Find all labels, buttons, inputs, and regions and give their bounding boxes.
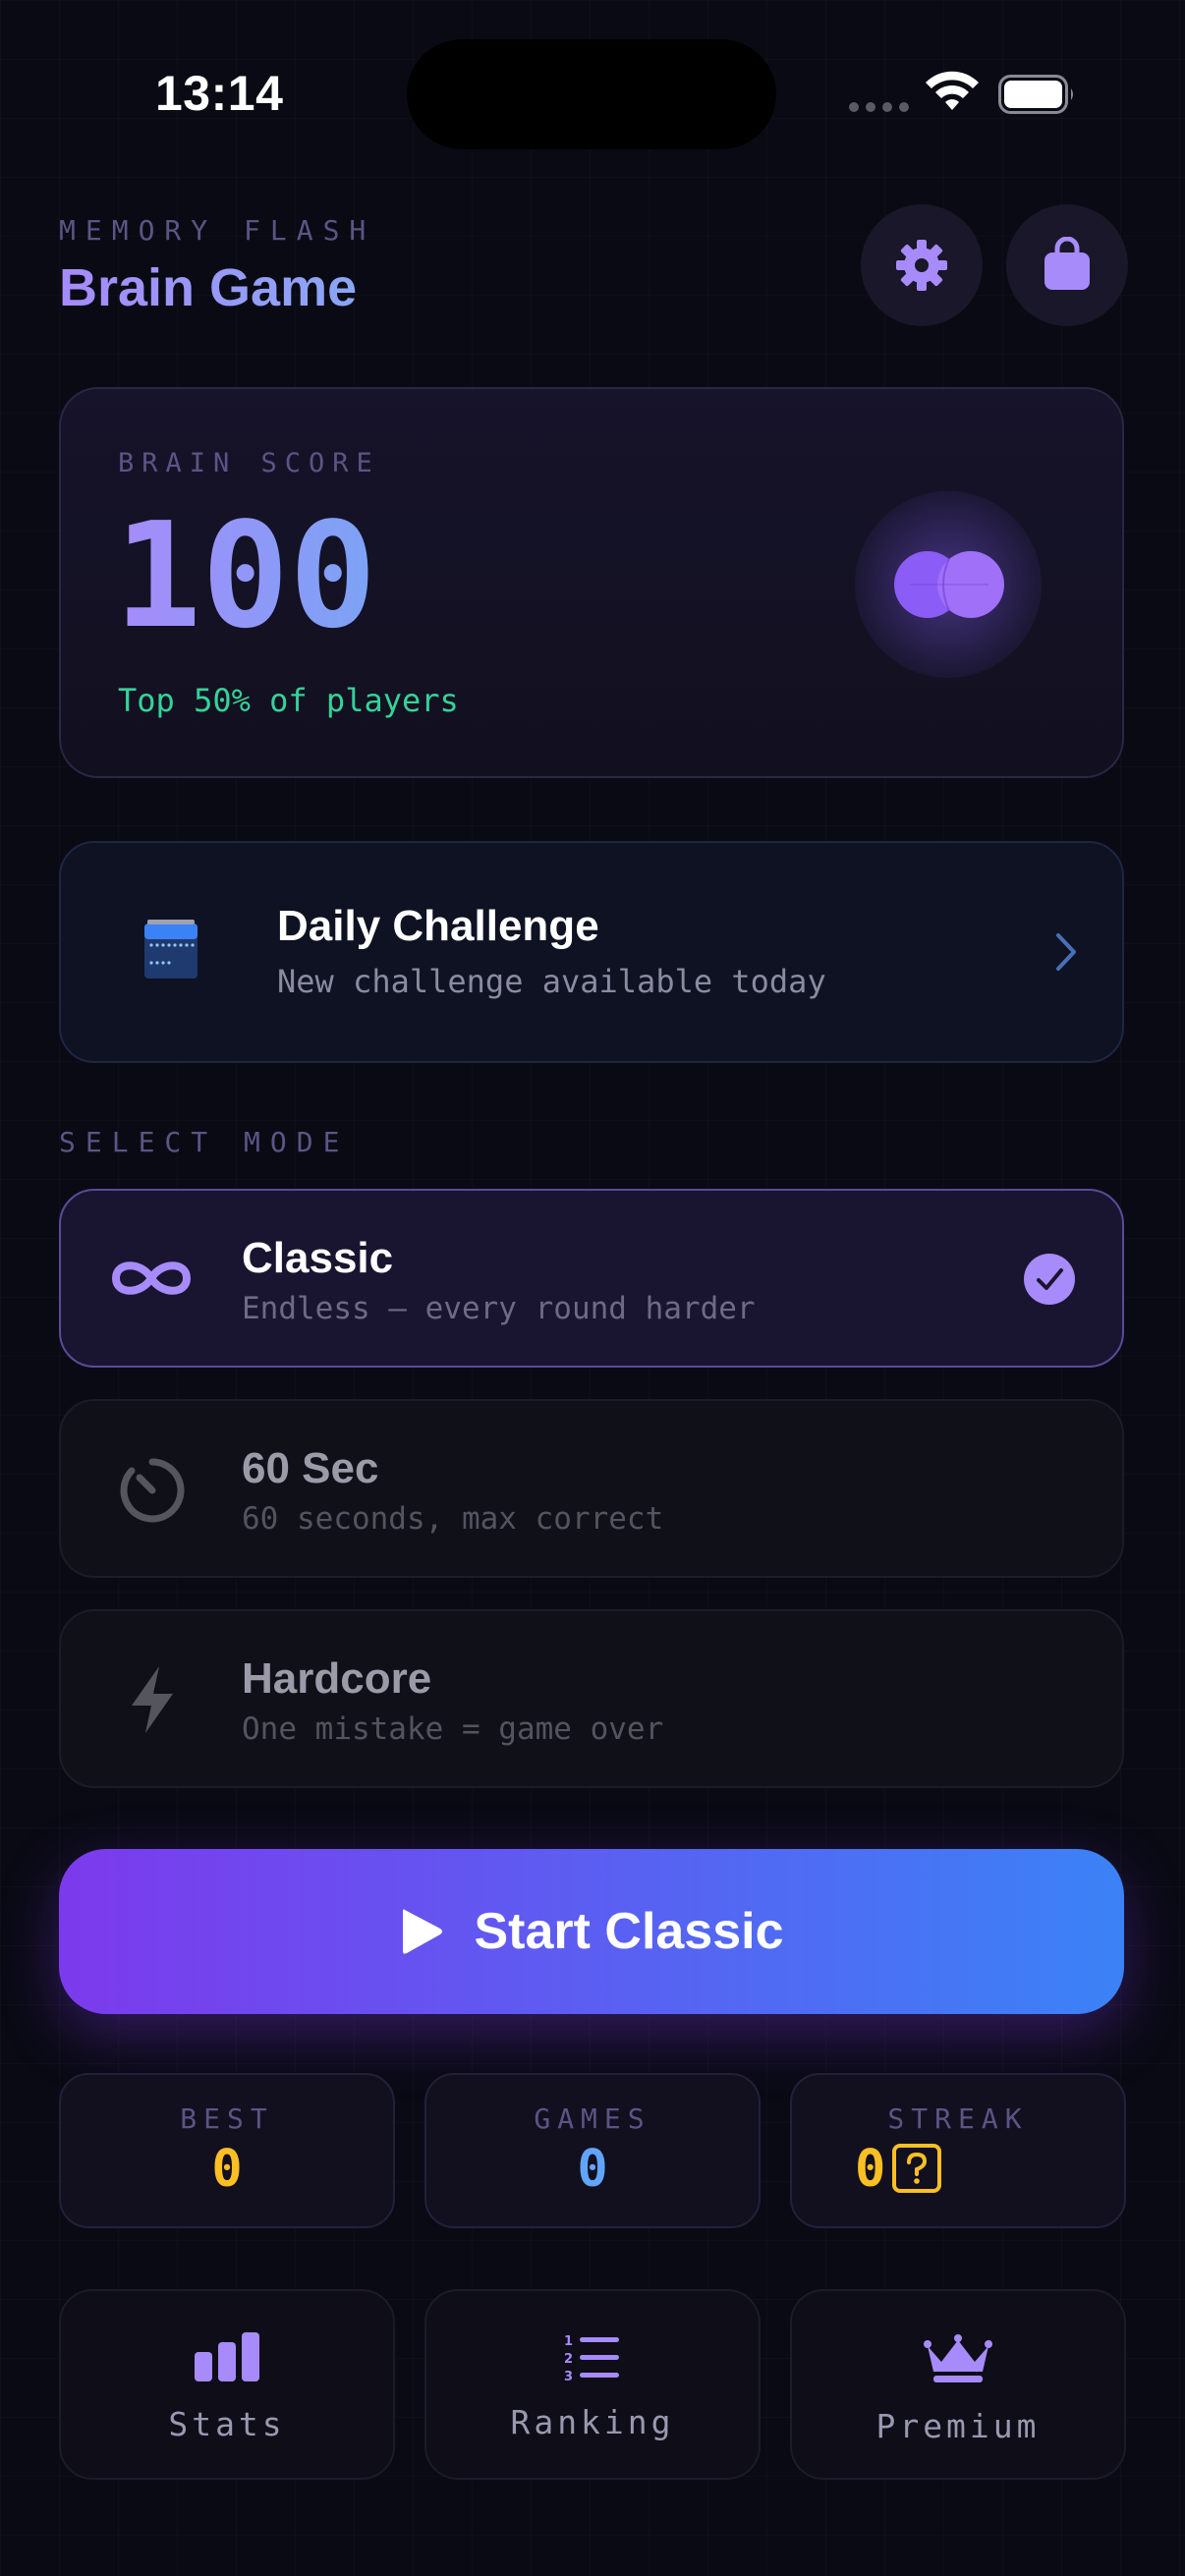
stat-streak-card xyxy=(790,2073,1126,2228)
numbered-list-icon: 1 2 3 xyxy=(564,2334,619,2381)
lightning-icon xyxy=(132,1666,173,1733)
shopping-bag-icon xyxy=(1044,237,1090,290)
nav-premium-button[interactable] xyxy=(790,2289,1126,2480)
gear-icon xyxy=(896,240,947,291)
wifi-icon xyxy=(926,71,979,110)
daily-challenge-title: Daily Challenge xyxy=(277,902,599,950)
nav-stats-button[interactable] xyxy=(59,2289,395,2480)
mode-classic-card[interactable] xyxy=(59,1189,1124,1368)
checkmark-icon xyxy=(1024,1254,1075,1305)
nav-ranking-button[interactable] xyxy=(424,2289,761,2480)
brain-score-percentile: Top 50% of players xyxy=(118,682,459,719)
stat-value: 0 xyxy=(855,2140,886,2199)
timer-icon xyxy=(120,1458,185,1523)
mode-subtitle: 60 seconds, max correct xyxy=(242,1501,664,1537)
page-title: Brain Game xyxy=(59,258,358,317)
nav-label: Ranking xyxy=(510,2403,675,2441)
crown-icon xyxy=(924,2334,992,2382)
svg-text:1: 1 xyxy=(564,2334,573,2349)
svg-text:3: 3 xyxy=(564,2370,573,2381)
mode-hardcore-card[interactable] xyxy=(59,1609,1124,1788)
cellular-signal-icon xyxy=(849,102,909,112)
stat-value: 0 xyxy=(211,2140,243,2199)
start-button-label: Start Classic xyxy=(474,1903,784,1960)
mode-subtitle: One mistake = game over xyxy=(242,1711,664,1747)
svg-text:2: 2 xyxy=(564,2352,573,2367)
brain-score-value: 100 xyxy=(114,491,377,660)
mode-60sec-card[interactable] xyxy=(59,1399,1124,1578)
play-icon xyxy=(403,1909,443,1954)
brain-icon xyxy=(894,551,1004,618)
settings-button[interactable] xyxy=(861,204,983,326)
select-mode-label: SELECT MODE xyxy=(59,1126,350,1158)
brain-score-label: BRAIN SCORE xyxy=(118,448,380,478)
app-eyebrow: MEMORY FLASH xyxy=(59,214,376,247)
chevron-right-icon xyxy=(1056,933,1076,971)
stat-label: STREAK xyxy=(887,2102,1029,2135)
status-time: 13:14 xyxy=(155,66,284,121)
mode-title: Classic xyxy=(242,1234,394,1282)
daily-challenge-subtitle: New challenge available today xyxy=(277,963,826,1000)
mode-subtitle: Endless — every round harder xyxy=(242,1291,756,1326)
dynamic-island xyxy=(407,39,776,149)
mode-title: 60 Sec xyxy=(242,1444,379,1492)
shop-button[interactable] xyxy=(1006,204,1128,326)
battery-icon xyxy=(998,75,1073,114)
stat-label: BEST xyxy=(180,2102,274,2135)
mode-title: Hardcore xyxy=(242,1654,432,1703)
stat-value: 0 xyxy=(577,2140,608,2199)
nav-label: Premium xyxy=(875,2407,1041,2445)
stat-label: GAMES xyxy=(534,2102,651,2135)
calendar-icon xyxy=(144,920,198,979)
nav-label: Stats xyxy=(168,2405,286,2443)
daily-challenge-card[interactable] xyxy=(59,841,1124,1063)
infinity-icon xyxy=(111,1261,192,1295)
bar-chart-icon xyxy=(195,2332,259,2381)
start-button[interactable]: Start Classic xyxy=(59,1849,1124,2014)
question-mark-icon xyxy=(892,2144,941,2193)
